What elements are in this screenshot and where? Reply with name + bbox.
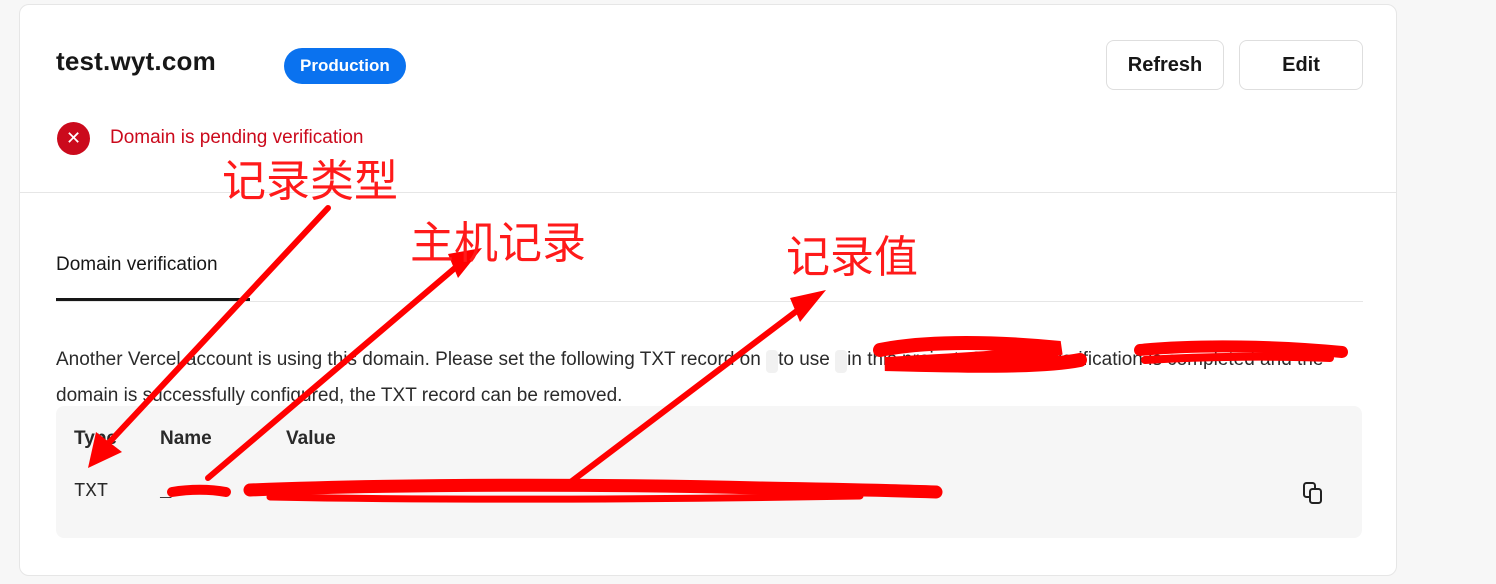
domain-title: test.wyt.com: [56, 46, 216, 76]
annotation-host-record: 主机记录: [410, 218, 586, 269]
environment-badge: Production: [284, 48, 406, 84]
dns-records-table: Type Name Value TXT _: [56, 406, 1362, 538]
verification-instructions: Another Vercel account is using this dom…: [56, 343, 1356, 413]
annotation-record-value: 记录值: [786, 232, 918, 283]
redacted-domain-chip: [766, 350, 779, 373]
error-icon: ✕: [57, 122, 90, 155]
refresh-button[interactable]: Refresh: [1106, 40, 1224, 90]
edit-button[interactable]: Edit: [1239, 40, 1363, 90]
verification-status: Domain is pending verification: [110, 127, 364, 148]
instructions-part-1: Another Vercel account is using this dom…: [56, 349, 767, 370]
record-type-cell: TXT: [74, 480, 109, 502]
instructions-part-2: to use: [778, 349, 836, 370]
column-header-name: Name: [160, 428, 212, 449]
column-header-type: Type: [74, 428, 117, 449]
record-name-cell[interactable]: _: [160, 480, 171, 502]
redacted-domain-chip-2: [835, 350, 848, 373]
tab-domain-verification[interactable]: Domain verification: [56, 254, 218, 276]
tab-divider: [56, 301, 1363, 302]
annotation-record-type: 记录类型: [222, 156, 398, 207]
copy-icon[interactable]: [1300, 480, 1326, 506]
column-header-value: Value: [286, 428, 336, 449]
